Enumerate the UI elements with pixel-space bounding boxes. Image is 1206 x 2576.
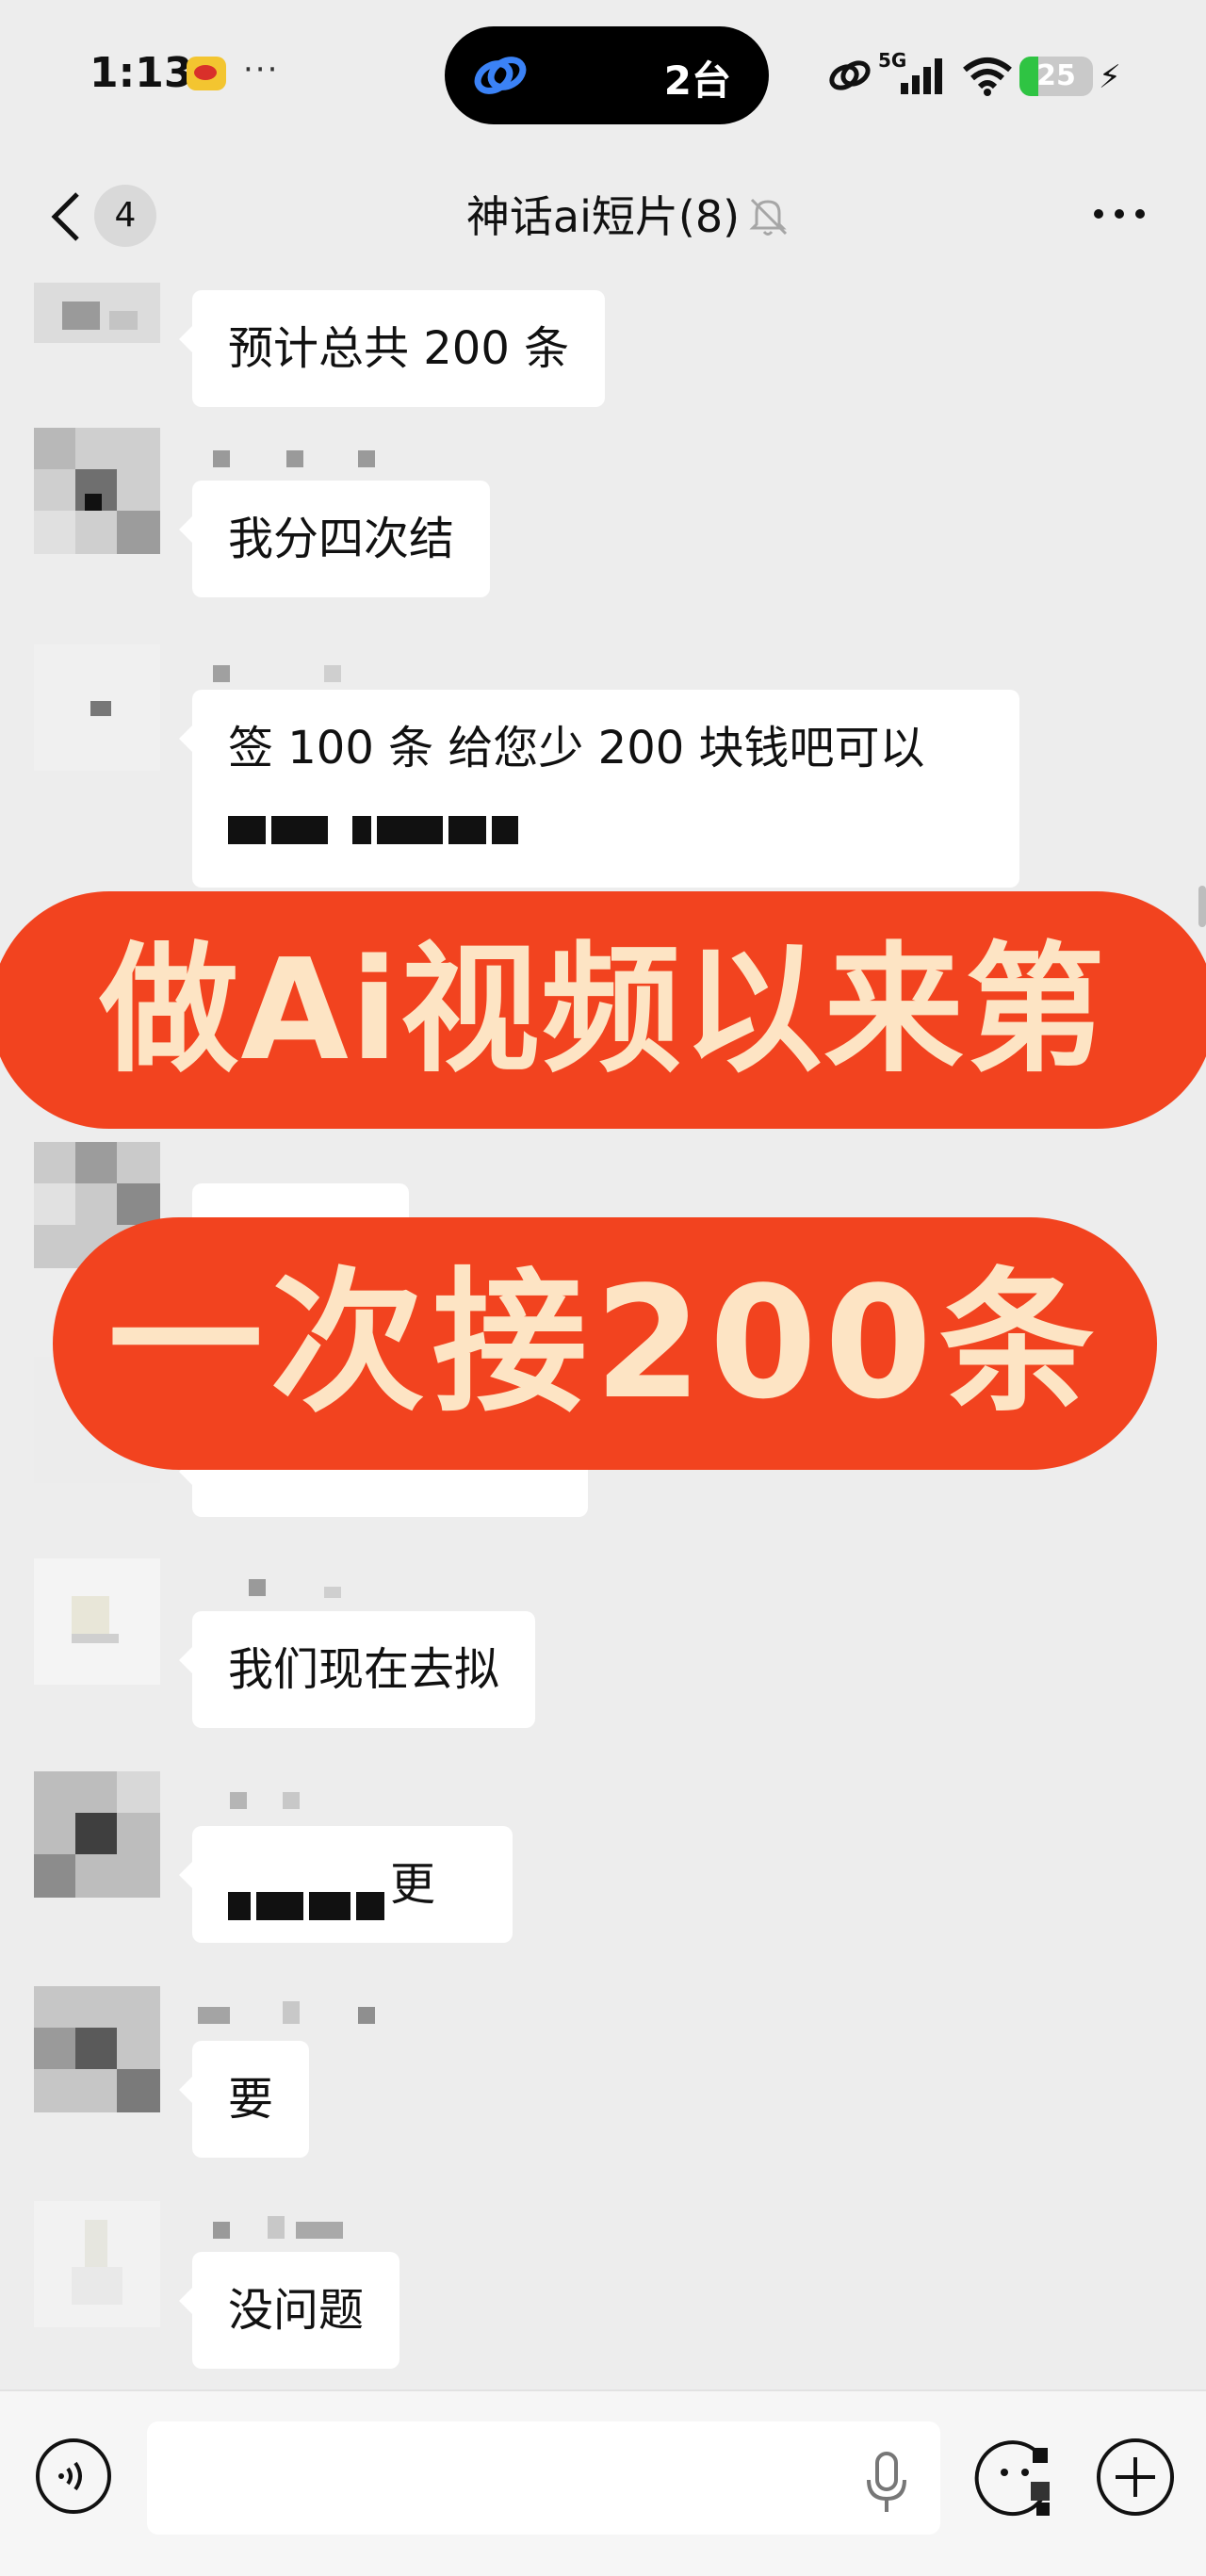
wifi-icon (963, 57, 1012, 96)
redacted-nickname (213, 450, 375, 467)
more-notifications-icon: ··· (243, 51, 280, 89)
message-bubble[interactable]: 更 (179, 1826, 513, 1943)
status-indicators: 5G 25 ⚡ (825, 45, 1136, 106)
link-icon (829, 60, 871, 90)
status-bar: 1:13 ··· 2台 5G 25 ⚡ (0, 0, 1206, 151)
status-time: 1:13 (90, 49, 193, 97)
voice-icon[interactable] (34, 2437, 113, 2516)
chat-header: 4 神话ai短片(8) (0, 151, 1206, 283)
emoji-icon[interactable] (974, 2437, 1059, 2521)
message-text: 签 100 条 给您少 200 块钱吧可以 (228, 722, 925, 774)
message-bubble[interactable]: 要 (178, 2041, 310, 2158)
avatar[interactable] (34, 1558, 160, 1685)
redacted-nickname (249, 1579, 341, 1598)
message-bubble[interactable]: 预计总共 200 条 (178, 290, 606, 407)
message-text: 更 (390, 1858, 436, 1911)
more-dots-icon[interactable] (1091, 200, 1148, 228)
weibo-icon (187, 57, 226, 90)
chat-input-bar (0, 2389, 1206, 2576)
battery-icon: 25 (1019, 57, 1093, 96)
dynamic-island[interactable]: 2台 (445, 26, 769, 124)
battery-percent: 25 (1036, 59, 1076, 92)
chat-title: 神话ai短片(8) (465, 191, 741, 242)
avatar[interactable] (34, 428, 160, 554)
scrollbar-thumb[interactable] (1198, 886, 1206, 927)
promo-banner-line-1: 做Ai视频以来第 (0, 891, 1206, 1129)
avatar[interactable] (34, 2201, 160, 2327)
redacted-text (228, 797, 524, 844)
avatar[interactable] (34, 644, 160, 771)
redacted-nickname (213, 665, 341, 682)
redacted-nickname (198, 2001, 375, 2024)
island-label: 2台 (663, 57, 731, 104)
message-bubble[interactable]: 没问题 (178, 2252, 400, 2369)
redacted-nickname (230, 1792, 300, 1809)
charging-icon: ⚡ (1099, 58, 1121, 96)
message-bubble[interactable]: 我分四次结 (178, 481, 491, 597)
promo-banner-line-2: 一次接200条 (53, 1217, 1157, 1470)
message-bubble[interactable]: 我们现在去拟 (178, 1611, 536, 1728)
redacted-nickname (213, 2216, 343, 2239)
avatar[interactable] (34, 1771, 160, 1898)
redacted-text (228, 1873, 390, 1920)
signal-icon (901, 58, 942, 94)
message-bubble[interactable]: 签 100 条 给您少 200 块钱吧可以 (179, 690, 1019, 888)
mute-bell-icon (749, 198, 788, 236)
avatar[interactable] (34, 283, 160, 343)
link-icon (474, 57, 527, 94)
mic-icon[interactable] (863, 2452, 910, 2514)
plus-icon[interactable] (1095, 2437, 1176, 2518)
message-input[interactable] (147, 2421, 940, 2535)
avatar[interactable] (34, 1986, 160, 2112)
